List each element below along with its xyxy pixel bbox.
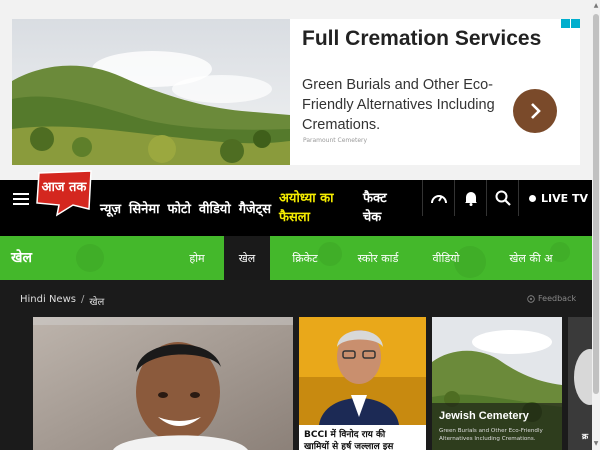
nav-gadgets[interactable]: गैजेट्स [239, 199, 271, 217]
ad-container[interactable]: Full Cremation Services Green Burials an… [12, 19, 580, 165]
breadcrumb: Hindi News / खेल [20, 294, 104, 308]
tab-scorecard[interactable]: स्कोर कार्ड [340, 236, 416, 280]
scroll-down-arrow-icon[interactable]: ▼ [592, 440, 600, 448]
partial-card-text: क्र [582, 432, 589, 441]
ad-next-button[interactable] [513, 89, 557, 133]
ad-title[interactable]: Full Cremation Services [302, 27, 541, 51]
tab-sports-more[interactable]: खेल की अ [476, 236, 586, 280]
bcci-headline-line1: BCCI में विनोद राय की [304, 430, 386, 440]
live-tv-button[interactable]: LIVE TV [518, 180, 598, 216]
sponsored-title[interactable]: Jewish Cemetery [439, 410, 529, 422]
breadcrumb-home[interactable]: Hindi News [20, 294, 76, 308]
nav-news[interactable]: न्यूज़ [100, 199, 121, 217]
breadcrumb-separator: / [80, 294, 85, 305]
tab-cricket[interactable]: क्रिकेट [270, 236, 340, 280]
main-navbar: आज तक न्यूज़ सिनेमा फोटो वीडियो गैजेट्स … [0, 170, 592, 236]
story-card-partial[interactable]: क्र [568, 317, 592, 450]
scroll-up-arrow-icon[interactable]: ▲ [592, 2, 600, 10]
nav-fact-check[interactable]: फैक्ट चेक [363, 189, 399, 227]
tab-sports[interactable]: खेल [224, 236, 270, 280]
live-tv-label: LIVE TV [541, 191, 588, 205]
nav-photo[interactable]: फोटो [168, 199, 191, 217]
nav-cinema[interactable]: सिनेमा [129, 199, 160, 217]
sponsored-text: Green Burials and Other Eco-Friendly Alt… [439, 428, 543, 442]
nav-ayodhya-verdict[interactable]: अयोध्या का फैसला [279, 189, 349, 227]
story-card-cricketer[interactable] [33, 317, 293, 450]
chevron-right-icon [531, 103, 541, 119]
feedback-link[interactable]: Feedback [527, 294, 576, 303]
aajtak-logo[interactable]: आज तक [33, 169, 95, 217]
nav-video[interactable]: वीडियो [199, 199, 231, 217]
page-scrollbar[interactable]: ▲ ▼ [592, 0, 600, 450]
top-advertisement[interactable]: Full Cremation Services Green Burials an… [0, 0, 592, 180]
feedback-icon [527, 294, 535, 303]
ad-landscape-image[interactable] [12, 19, 290, 165]
bell-icon[interactable] [454, 180, 486, 216]
logo-text: आज तक [42, 180, 88, 195]
story-card-bcci[interactable]: BCCI में विनोद राय की खामियों से हर्ष जल… [299, 317, 426, 450]
ad-sponsor: Paramount Cemetery [303, 137, 368, 144]
tab-video[interactable]: वीडियो [416, 236, 476, 280]
ad-choices-icon[interactable] [561, 19, 580, 28]
partial-card-image [568, 317, 592, 450]
hamburger-menu-icon[interactable] [13, 193, 29, 207]
feedback-label: Feedback [538, 294, 577, 303]
cricketer-photo [33, 317, 293, 450]
ad-info-icon[interactable] [561, 19, 570, 28]
bcci-headline[interactable]: BCCI में विनोद राय की खामियों से हर्ष जल… [299, 425, 426, 450]
search-icon[interactable] [486, 180, 518, 216]
nav-icon-group: LIVE TV [422, 180, 598, 216]
live-dot-icon [529, 194, 536, 202]
sponsored-card-cemetery[interactable]: Jewish Cemetery Green Burials and Other … [432, 317, 562, 450]
tab-home[interactable]: होम [170, 236, 224, 280]
speedometer-icon[interactable] [422, 180, 454, 216]
section-tabs: होम खेल क्रिकेट स्कोर कार्ड वीडियो खेल क… [170, 236, 586, 280]
ad-description[interactable]: Green Burials and Other Eco-Friendly Alt… [302, 75, 502, 135]
breadcrumb-current: खेल [89, 297, 105, 308]
sports-section-bar: खेल होम खेल क्रिकेट स्कोर कार्ड वीडियो ख… [0, 236, 592, 280]
section-title[interactable]: खेल [11, 248, 32, 267]
bcci-headline-line2: खामियों से हर्ष जल्लाल इस [304, 442, 394, 450]
vinod-rai-photo [299, 317, 426, 425]
content-area: Hindi News / खेल Feedback BCCI में विनोद… [0, 280, 592, 450]
ad-close-icon[interactable] [571, 19, 580, 28]
nav-links: न्यूज़ सिनेमा फोटो वीडियो गैजेट्स अयोध्य… [100, 180, 407, 236]
